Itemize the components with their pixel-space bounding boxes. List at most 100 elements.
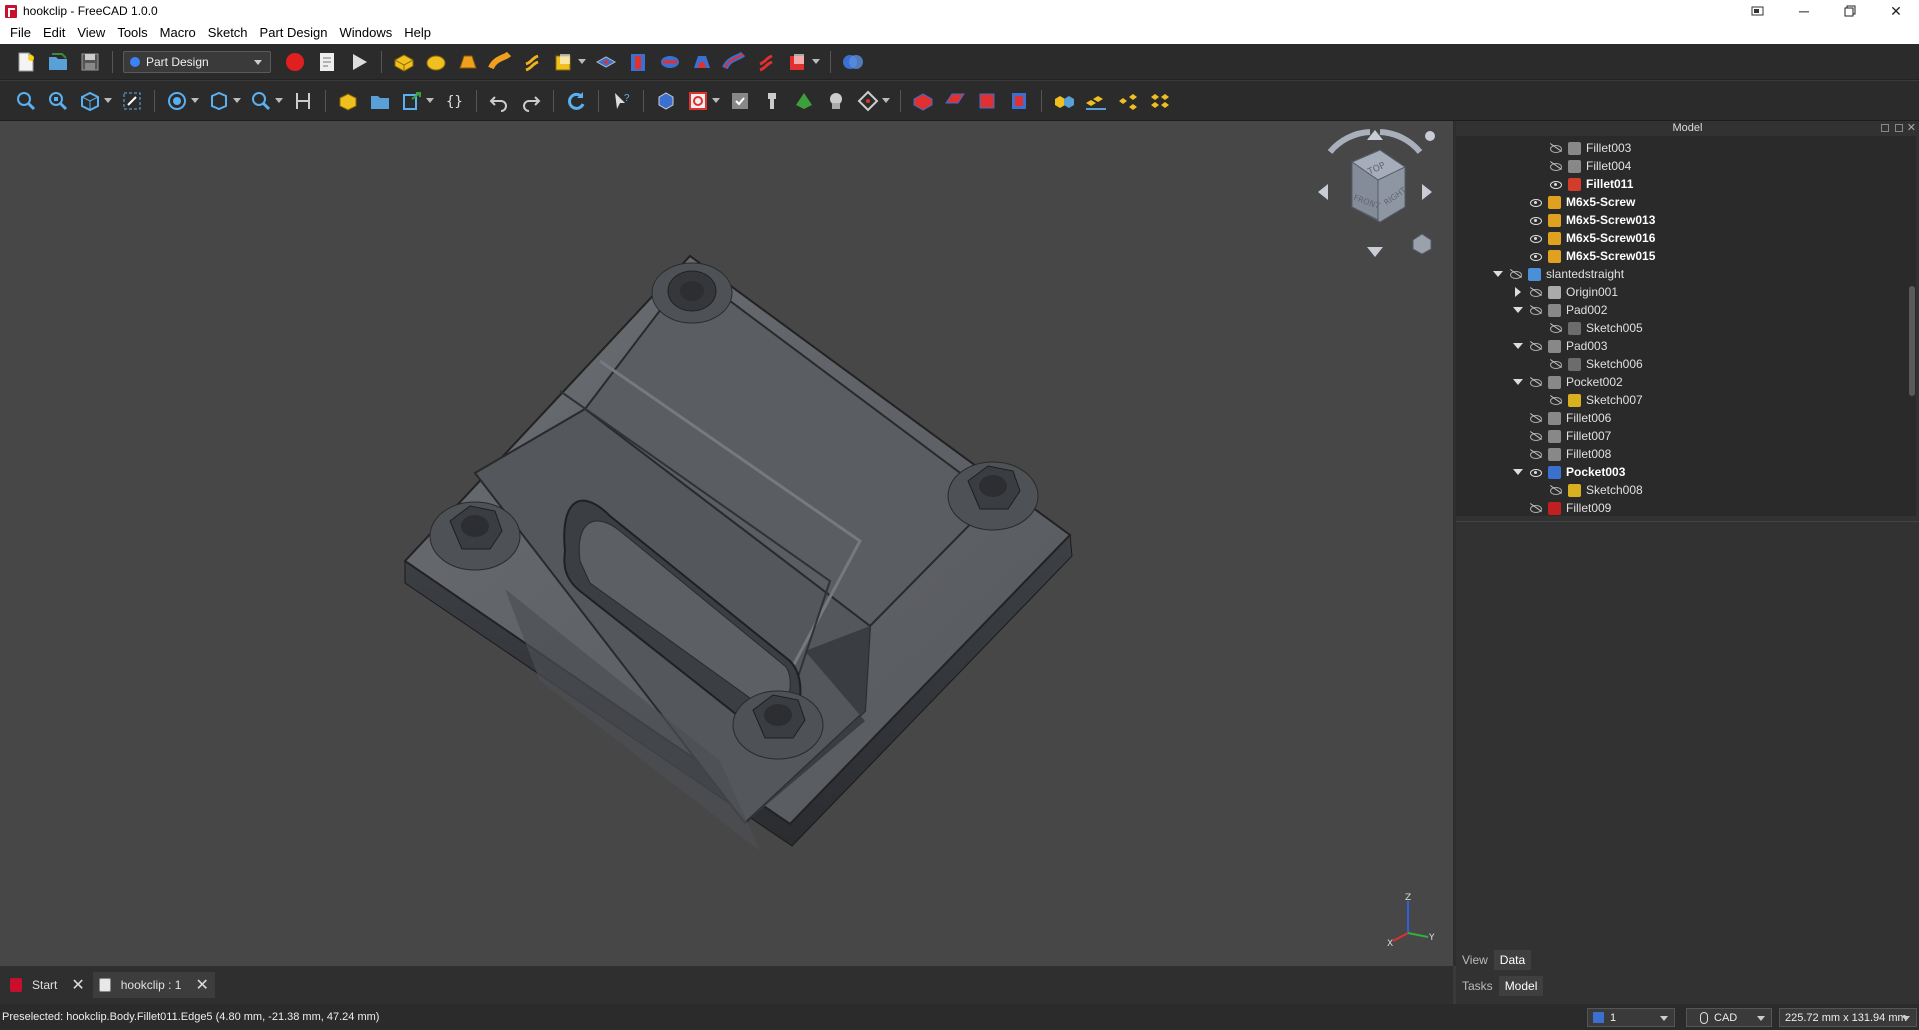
tree-scrollbar-thumb[interactable] [1909, 286, 1915, 396]
datum-plane-icon[interactable] [856, 89, 880, 113]
new-document-icon[interactable] [14, 50, 38, 74]
hidden-eye-icon[interactable] [1508, 268, 1524, 280]
thickness-icon[interactable] [1007, 89, 1031, 113]
tree-item[interactable]: Fillet009 [1512, 499, 1611, 516]
maximize-panel-icon[interactable] [1895, 124, 1903, 132]
collapse-arrow-icon[interactable] [1512, 340, 1524, 352]
collapse-arrow-icon[interactable] [1492, 268, 1504, 280]
hidden-eye-icon[interactable] [1528, 304, 1544, 316]
tree-item[interactable]: Sketch006 [1532, 355, 1643, 373]
polar-pattern-icon[interactable] [1116, 89, 1140, 113]
chamfer-icon[interactable] [943, 89, 967, 113]
additive-loft-icon[interactable] [456, 50, 480, 74]
workbench-selector[interactable]: Part Design [123, 50, 271, 73]
fillet-icon[interactable] [911, 89, 935, 113]
visible-eye-icon[interactable] [1528, 232, 1544, 244]
hidden-eye-icon[interactable] [1528, 286, 1544, 298]
subtractive-pipe-icon[interactable] [722, 50, 746, 74]
visible-eye-icon[interactable] [1528, 214, 1544, 226]
hidden-eye-icon[interactable] [1528, 430, 1544, 442]
menu-edit[interactable]: Edit [37, 22, 71, 44]
undo-icon[interactable] [487, 89, 511, 113]
visible-eye-icon[interactable] [1528, 250, 1544, 262]
tree-item[interactable]: Fillet007 [1512, 427, 1611, 445]
tree-item[interactable]: Origin001 [1512, 283, 1618, 301]
property-view[interactable] [1456, 521, 1919, 951]
additive-pipe-icon[interactable] [488, 50, 512, 74]
hidden-eye-icon[interactable] [1528, 502, 1544, 514]
expressions-icon[interactable]: {} [442, 89, 466, 113]
hidden-eye-icon[interactable] [1528, 412, 1544, 424]
macro-record-icon[interactable] [283, 50, 307, 74]
tab-data[interactable]: Data [1493, 950, 1532, 970]
fit-all-icon[interactable] [14, 89, 38, 113]
refresh-icon[interactable] [564, 89, 588, 113]
menu-macro[interactable]: Macro [154, 22, 202, 44]
close-tab-icon[interactable]: ✕ [195, 975, 208, 995]
tree-scrollbar[interactable] [1908, 136, 1916, 516]
tree-item[interactable]: M6x5-Screw016 [1512, 229, 1655, 247]
subtractive-primitive-icon[interactable] [786, 50, 810, 74]
collapse-arrow-icon[interactable] [1512, 304, 1524, 316]
tree-item[interactable]: Fillet004 [1532, 157, 1631, 175]
page-selector[interactable]: 1 [1587, 1008, 1675, 1027]
standard-views-icon[interactable] [78, 89, 102, 113]
menu-view[interactable]: View [71, 22, 111, 44]
subshape-binder-icon[interactable] [792, 89, 816, 113]
collapse-arrow-icon[interactable] [1512, 466, 1524, 478]
create-part-icon[interactable] [336, 89, 360, 113]
menu-tools[interactable]: Tools [111, 22, 153, 44]
tree-item[interactable]: Fillet008 [1512, 445, 1611, 463]
tab-model[interactable]: Model [1498, 976, 1544, 996]
tree-item[interactable]: M6x5-Screw [1512, 193, 1635, 211]
hole-icon[interactable] [626, 50, 650, 74]
multi-transform-icon[interactable] [1148, 89, 1172, 113]
measure-icon[interactable] [249, 89, 273, 113]
hidden-eye-icon[interactable] [1548, 160, 1564, 172]
clone-icon[interactable] [824, 89, 848, 113]
save-icon[interactable] [78, 50, 102, 74]
dimensions-display[interactable]: 225.72 mm x 131.94 mm [1779, 1008, 1917, 1027]
tab-tasks[interactable]: Tasks [1456, 976, 1499, 996]
menu-help[interactable]: Help [398, 22, 437, 44]
float-panel-icon[interactable] [1881, 124, 1889, 132]
pad-icon[interactable] [392, 50, 416, 74]
close-button[interactable]: ✕ [1873, 0, 1919, 22]
doc-tab-hookclip[interactable]: hookclip : 1 ✕ [92, 972, 215, 998]
close-tab-icon[interactable]: ✕ [71, 975, 84, 995]
tree-item[interactable]: M6x5-Screw013 [1512, 211, 1655, 229]
draw-style-icon[interactable] [165, 89, 189, 113]
window-icon-button[interactable] [1735, 0, 1781, 22]
revolution-icon[interactable] [424, 50, 448, 74]
hidden-eye-icon[interactable] [1548, 358, 1564, 370]
tab-view[interactable]: View [1456, 950, 1494, 970]
doc-tab-start[interactable]: Start ✕ [4, 972, 91, 998]
mirrored-icon[interactable] [1052, 89, 1076, 113]
menu-windows[interactable]: Windows [333, 22, 398, 44]
hidden-eye-icon[interactable] [1528, 340, 1544, 352]
draft-icon[interactable] [975, 89, 999, 113]
tree-item[interactable]: Fillet003 [1532, 139, 1631, 157]
minimize-button[interactable]: ─ [1781, 0, 1827, 22]
boolean-icon[interactable] [841, 50, 865, 74]
redo-icon[interactable] [519, 89, 543, 113]
menu-file[interactable]: File [4, 22, 37, 44]
tree-item[interactable]: M6x5-Screw015 [1512, 247, 1655, 265]
close-panel-icon[interactable]: ✕ [1907, 121, 1916, 136]
hidden-eye-icon[interactable] [1548, 142, 1564, 154]
link-actions-icon[interactable] [400, 89, 424, 113]
additive-helix-icon[interactable] [520, 50, 544, 74]
navigation-cube[interactable]: TOP FRONT RIGHT [1310, 122, 1440, 265]
menu-part-design[interactable]: Part Design [254, 22, 334, 44]
macro-run-icon[interactable] [347, 50, 371, 74]
visible-eye-icon[interactable] [1528, 466, 1544, 478]
navigation-style-selector[interactable]: CAD [1686, 1008, 1772, 1027]
tree-item[interactable]: Pocket003 [1512, 463, 1625, 481]
visible-eye-icon[interactable] [1548, 178, 1564, 190]
3d-viewport[interactable] [0, 121, 1453, 966]
create-body-icon[interactable] [654, 89, 678, 113]
tree-item[interactable]: Fillet011 [1532, 175, 1633, 193]
subtractive-loft-icon[interactable] [690, 50, 714, 74]
tree-item[interactable]: Sketch008 [1532, 481, 1643, 499]
model-tree[interactable]: Fillet003 Fillet004 Fillet011 M6x5-Screw M6x… [1456, 136, 1916, 516]
